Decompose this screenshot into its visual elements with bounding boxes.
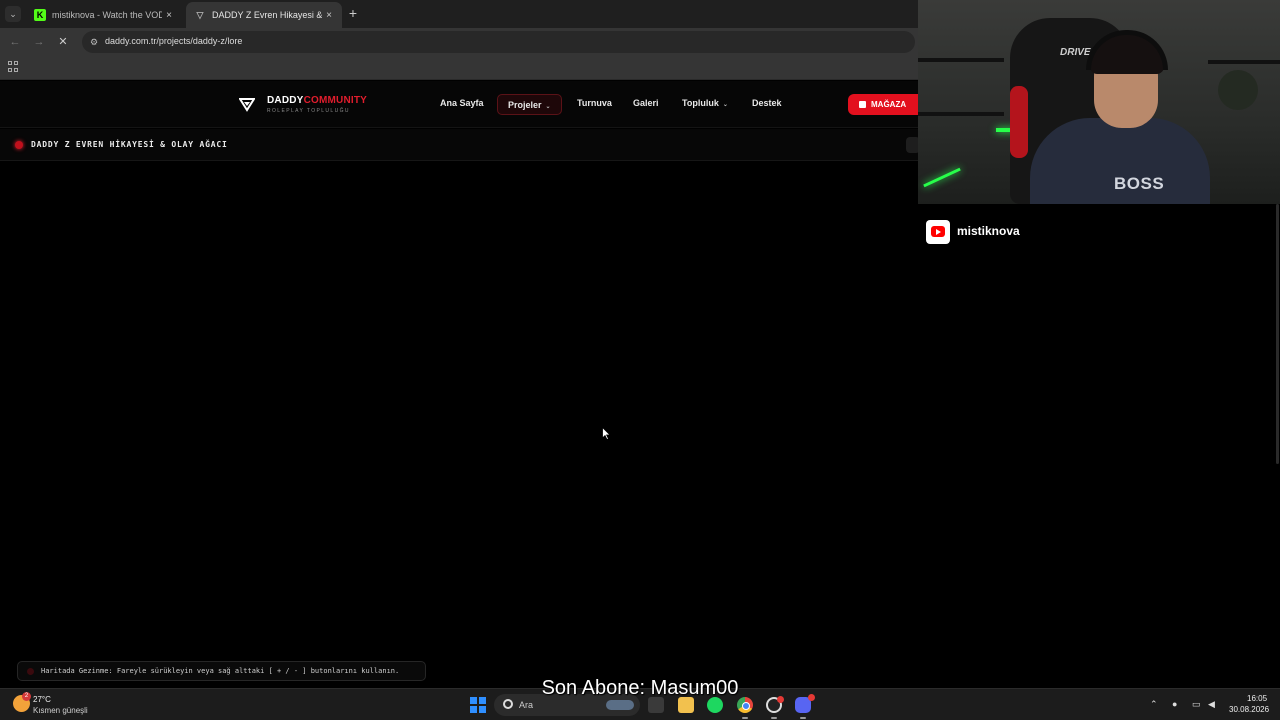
search-icon — [503, 699, 513, 709]
nav-topluluk[interactable]: Topluluk ⌄ — [682, 98, 728, 108]
running-indicator — [800, 717, 806, 719]
live-dot-icon — [15, 141, 23, 149]
site-info-icon[interactable]: ⚙ — [88, 36, 100, 48]
weather-temperature[interactable]: 27°C — [33, 695, 51, 704]
nav-galeri[interactable]: Galeri — [633, 98, 659, 108]
map-navigation-hint: Haritada Gezinme: Fareyle sürükleyin vey… — [17, 661, 426, 681]
chevron-up-icon[interactable]: ⌃ — [1150, 699, 1158, 710]
nav-ana-sayfa[interactable]: Ana Sayfa — [440, 98, 484, 108]
kick-icon: K — [34, 9, 46, 21]
brand-main: DADDY — [267, 95, 304, 106]
search-placeholder: Ara — [519, 700, 534, 710]
brand-subtitle: ROLEPLAY TOPLULUĞU — [267, 108, 350, 114]
shirt-print: BOSS — [1114, 174, 1165, 193]
shop-button[interactable]: MAĞAZA — [848, 94, 918, 115]
stop-loading-icon[interactable]: ✕ — [56, 35, 70, 49]
shelf — [1208, 60, 1280, 64]
hint-text: Haritada Gezinme: Fareyle sürükleyin vey… — [41, 667, 400, 675]
nav-projeler[interactable]: Projeler ⌄ — [497, 94, 562, 115]
search-highlight-icon — [606, 700, 634, 710]
nav-label: Topluluk — [682, 98, 719, 108]
bookmarks-bar — [0, 56, 918, 80]
running-indicator — [742, 717, 748, 719]
forward-arrow-icon[interactable]: → — [32, 35, 46, 49]
chevron-down-icon: ⌄ — [722, 102, 728, 108]
story-map-canvas[interactable] — [0, 162, 918, 688]
brand-accent: COMMUNITY — [303, 95, 368, 106]
browser-tab-kick[interactable]: K mistiknova - Watch the VOD on × — [26, 2, 182, 28]
plant — [1218, 70, 1258, 110]
hint-dot-icon — [27, 668, 34, 675]
network-icon[interactable]: ▭ — [1192, 699, 1201, 710]
shelf — [918, 112, 1004, 116]
channel-name: mistiknova — [957, 224, 1020, 238]
lore-title: DADDY Z EVREN HİKAYESİ & OLAY AĞACI — [31, 140, 228, 149]
close-tab-icon[interactable]: × — [162, 10, 176, 21]
youtube-icon — [926, 220, 950, 244]
tab-title: mistiknova - Watch the VOD on — [52, 10, 162, 20]
webcam-feed: DRIVE BOSS — [918, 0, 1280, 204]
close-tab-icon[interactable]: × — [322, 10, 336, 21]
discord-icon[interactable] — [795, 694, 815, 713]
browser-tab-daddy[interactable]: ▽ DADDY Z Evren Hikayesi & Wh × — [186, 2, 342, 28]
shop-label: MAĞAZA — [871, 100, 907, 109]
daddy-logo-icon[interactable] — [239, 96, 255, 112]
weather-description[interactable]: Kısmen güneşli — [33, 706, 88, 715]
shelf — [918, 58, 1004, 62]
nav-label: Destek — [752, 98, 782, 108]
chevron-down-icon: ⌄ — [545, 104, 551, 110]
site-header: DADDYCOMMUNITY ROLEPLAY TOPLULUĞU Ana Sa… — [0, 81, 918, 128]
nav-destek[interactable]: Destek — [752, 98, 782, 108]
brand-name[interactable]: DADDYCOMMUNITY — [267, 95, 367, 106]
weather-badge: 2 — [22, 692, 31, 701]
tab-search-button[interactable]: ⌄ — [5, 6, 21, 22]
scrollbar[interactable] — [1276, 204, 1279, 464]
chair-brand: DRIVE — [1060, 47, 1091, 58]
chair-accent — [1010, 86, 1028, 158]
volume-icon[interactable]: ◀ — [1208, 699, 1215, 710]
nav-label: Galeri — [633, 98, 659, 108]
mouse-cursor-icon — [602, 427, 611, 440]
new-tab-button[interactable]: + — [346, 5, 360, 21]
back-arrow-icon[interactable]: ← — [8, 35, 22, 49]
running-indicator — [771, 717, 777, 719]
nav-turnuva[interactable]: Turnuva — [577, 98, 612, 108]
microphone-icon[interactable]: ● — [1172, 699, 1177, 709]
lore-header: DADDY Z EVREN HİKAYESİ & OLAY AĞACI — [0, 129, 920, 161]
address-bar[interactable]: ⚙ daddy.com.tr/projects/daddy-z/lore — [82, 31, 915, 53]
nav-label: Ana Sayfa — [440, 98, 484, 108]
windows-start-icon[interactable] — [470, 697, 486, 713]
tab-title: DADDY Z Evren Hikayesi & Wh — [212, 10, 322, 20]
notification-dot-icon — [808, 694, 815, 701]
clock-time[interactable]: 16:05 — [1247, 694, 1267, 703]
nav-label: Projeler — [508, 100, 542, 110]
daddy-logo-icon: ▽ — [196, 9, 204, 20]
url-text[interactable]: daddy.com.tr/projects/daddy-z/lore — [105, 36, 242, 46]
last-subscriber-overlay: Son Abone: Masum00 — [541, 677, 739, 699]
shopping-bag-icon — [859, 101, 866, 108]
nav-label: Turnuva — [577, 98, 612, 108]
apps-grid-icon[interactable] — [8, 61, 19, 72]
stream-side-panel: mistiknova — [918, 204, 1280, 688]
browser-tab-strip: ⌄ K mistiknova - Watch the VOD on × ▽ DA… — [0, 0, 918, 28]
browser-toolbar: ← → ✕ ⚙ daddy.com.tr/projects/daddy-z/lo… — [0, 28, 918, 56]
clock-date[interactable]: 30.08.2026 — [1229, 705, 1269, 714]
